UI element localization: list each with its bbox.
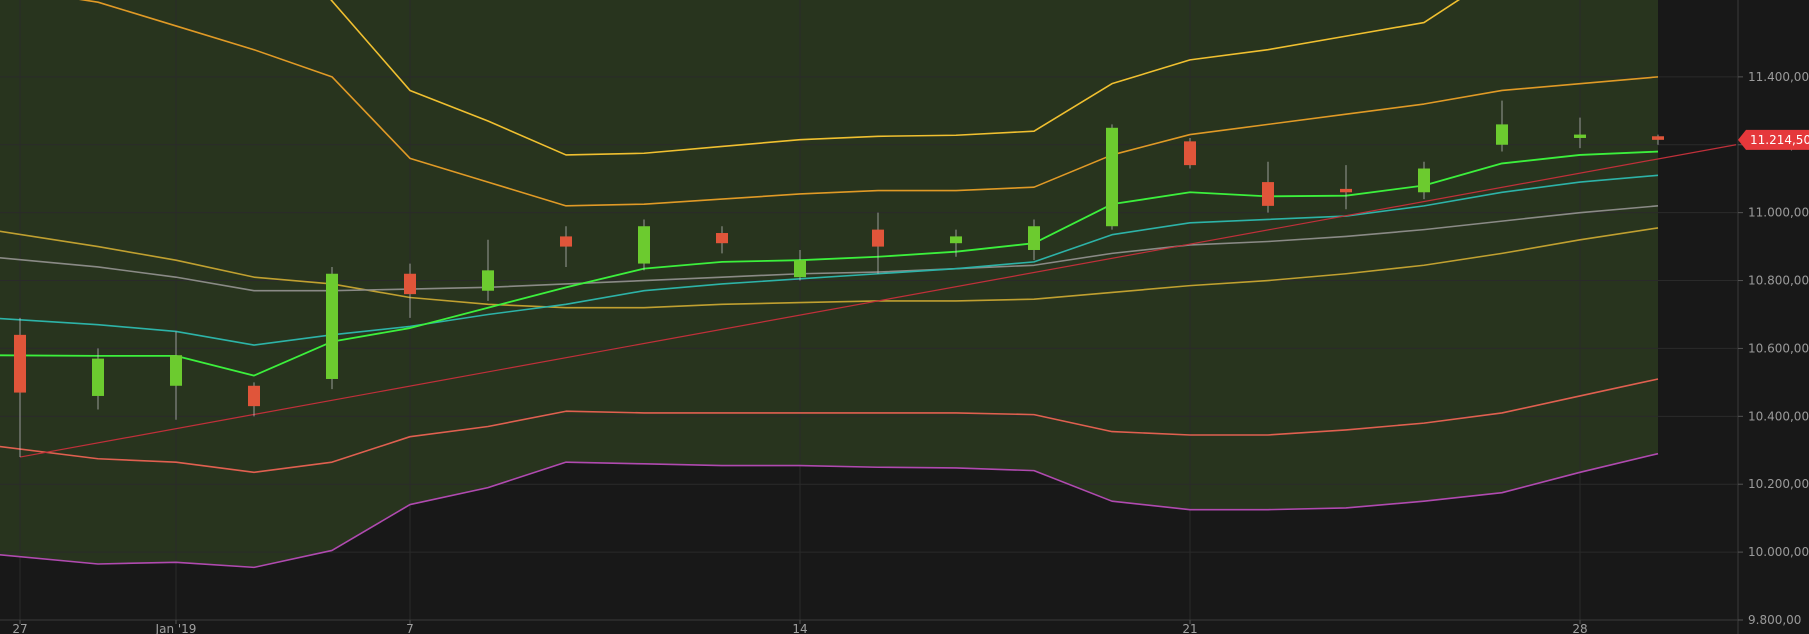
price-tag-label: 11.214,50 <box>1750 133 1809 147</box>
candle-body <box>794 260 806 278</box>
y-tick-label: 10.600,00 <box>1748 341 1809 355</box>
candle-body <box>1184 141 1196 166</box>
y-tick-label: 11.000,00 <box>1748 206 1809 220</box>
candle-body <box>872 229 884 247</box>
x-tick-label: 14 <box>792 622 807 634</box>
y-tick-label: 10.400,00 <box>1748 409 1809 423</box>
candle[interactable] <box>638 219 650 271</box>
chart-canvas: 9.800,00 10.000,00 10.200,00 10.400,00 10.60… <box>0 0 1809 634</box>
candle-body <box>14 334 26 393</box>
candle-body <box>1496 124 1508 145</box>
current-price-tag: 11.214,50 <box>1738 129 1809 150</box>
candle-body <box>560 236 572 247</box>
candle[interactable] <box>1184 137 1196 169</box>
candle-body <box>1652 136 1664 140</box>
candle-body <box>1106 127 1118 227</box>
candle-body <box>170 355 182 386</box>
candle-body <box>248 385 260 407</box>
candle-body <box>482 270 494 291</box>
candle-body <box>1418 168 1430 193</box>
candle-body <box>1028 226 1040 250</box>
candle-body <box>716 233 728 244</box>
y-tick-label: 10.000,00 <box>1748 545 1809 559</box>
x-tick-label: 21 <box>1182 622 1197 634</box>
candle-body <box>1574 134 1586 138</box>
y-tick-label: 9.800,00 <box>1748 613 1801 627</box>
y-tick-label: 11.400,00 <box>1748 70 1809 84</box>
candle[interactable] <box>1106 124 1118 230</box>
y-tick-label: 10.800,00 <box>1748 274 1809 288</box>
x-tick-label: 27 <box>12 622 27 634</box>
x-tick-label: 7 <box>406 622 414 634</box>
y-tick-label: 10.200,00 <box>1748 477 1809 491</box>
x-tick-label: Jan '19 <box>155 622 197 634</box>
x-tick-label: 28 <box>1572 622 1587 634</box>
candlestick-chart[interactable]: 9.800,00 10.000,00 10.200,00 10.400,00 10.60… <box>0 0 1809 634</box>
candle-body <box>1262 182 1274 206</box>
candle-body <box>326 273 338 379</box>
candle-body <box>638 226 650 264</box>
y-axis-panel <box>1738 0 1809 634</box>
candle-body <box>92 358 104 396</box>
candle-body <box>1340 188 1352 193</box>
candle-body <box>404 273 416 295</box>
candle-body <box>950 236 962 244</box>
candle[interactable] <box>326 266 338 390</box>
